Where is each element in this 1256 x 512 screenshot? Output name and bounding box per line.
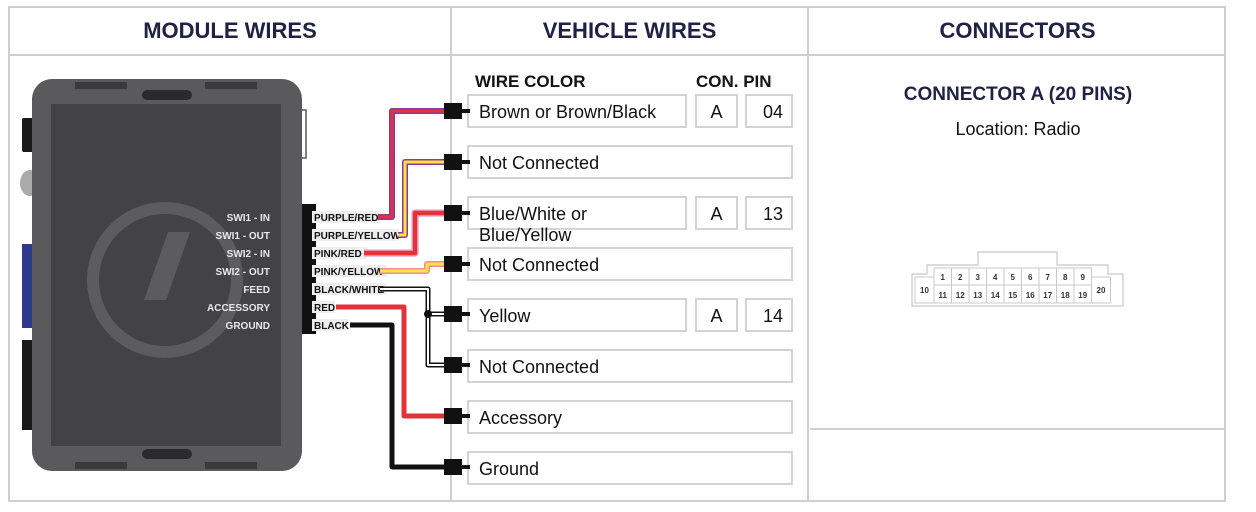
pin-number: 8: [1063, 273, 1068, 282]
wire: [380, 262, 446, 273]
pin-number: 5: [1011, 273, 1016, 282]
terminal-pin: [460, 414, 470, 418]
wiring-diagram: SWI1 - IN SWI1 - OUT SWI2 - IN SWI2 - OUT FE…: [20, 79, 1124, 475]
terminal-pin: [460, 109, 470, 113]
pin-number: 3: [976, 273, 981, 282]
module-vent: [205, 462, 257, 469]
module-wire-label: PINK/RED: [314, 249, 362, 260]
pin-number: 19: [1078, 291, 1087, 300]
module-slot: [142, 90, 192, 100]
terminal-plug: [444, 306, 462, 322]
pin-number: 20: [1097, 286, 1106, 295]
module-vent: [205, 82, 257, 89]
pin-number: 16: [1026, 291, 1035, 300]
pin-number: 7: [1046, 273, 1051, 282]
terminal-plug: [444, 256, 462, 272]
module-wire-label: PURPLE/YELLOW: [314, 231, 401, 242]
connector-pinout: 10 201 2 3 4 5 6 7 8 911 12 13 14 15 16 17 18 19: [911, 251, 1124, 307]
module-vent: [75, 82, 127, 89]
pin-number: 4: [993, 273, 998, 282]
pin-number: 15: [1008, 291, 1017, 300]
wire-terminals: [444, 103, 470, 475]
module-function-label: SWI1 - IN: [227, 213, 270, 224]
wire: [350, 322, 446, 470]
pin-number: 10: [920, 286, 929, 295]
pin-number: 13: [973, 291, 982, 300]
pin-number: 12: [956, 291, 965, 300]
terminal-plug: [444, 408, 462, 424]
terminal-plug: [444, 103, 462, 119]
terminal-pin: [460, 262, 470, 266]
module-wire-label: BLACK: [314, 321, 350, 332]
terminal-pin: [460, 160, 470, 164]
terminal-pin: [460, 363, 470, 367]
module-function-label: GROUND: [226, 321, 270, 332]
pin-number: 11: [939, 291, 948, 300]
module-wire-label: BLACK/WHITE: [314, 285, 384, 296]
pin-number: 14: [991, 291, 1000, 300]
module-vent: [75, 462, 127, 469]
module-function-label: SWI1 - OUT: [216, 231, 270, 242]
terminal-plug: [444, 459, 462, 475]
terminal-plug: [444, 205, 462, 221]
module-wire-label: PINK/YELLOW: [314, 267, 384, 278]
pin-number: 9: [1081, 273, 1086, 282]
pin-number: 17: [1043, 291, 1052, 300]
terminal-pin: [460, 465, 470, 469]
module-slot: [142, 449, 192, 459]
terminal-pin: [460, 312, 470, 316]
splice-junction: [424, 310, 432, 318]
module-unit: [20, 79, 316, 471]
pin-number: 6: [1028, 273, 1033, 282]
module-function-label: SWI2 - OUT: [216, 267, 270, 278]
module-function-label: ACCESSORY: [207, 303, 270, 314]
pin-number: 1: [941, 273, 946, 282]
pin-number: 2: [958, 273, 963, 282]
module-function-label: SWI2 - IN: [227, 249, 270, 260]
pin-number: 18: [1061, 291, 1070, 300]
wire: [398, 160, 446, 237]
terminal-plug: [444, 357, 462, 373]
terminal-plug: [444, 154, 462, 170]
module-wire-label: RED: [314, 303, 335, 314]
module-function-label: FEED: [243, 285, 270, 296]
terminal-pin: [460, 211, 470, 215]
module-wire-label: PURPLE/RED: [314, 213, 378, 224]
